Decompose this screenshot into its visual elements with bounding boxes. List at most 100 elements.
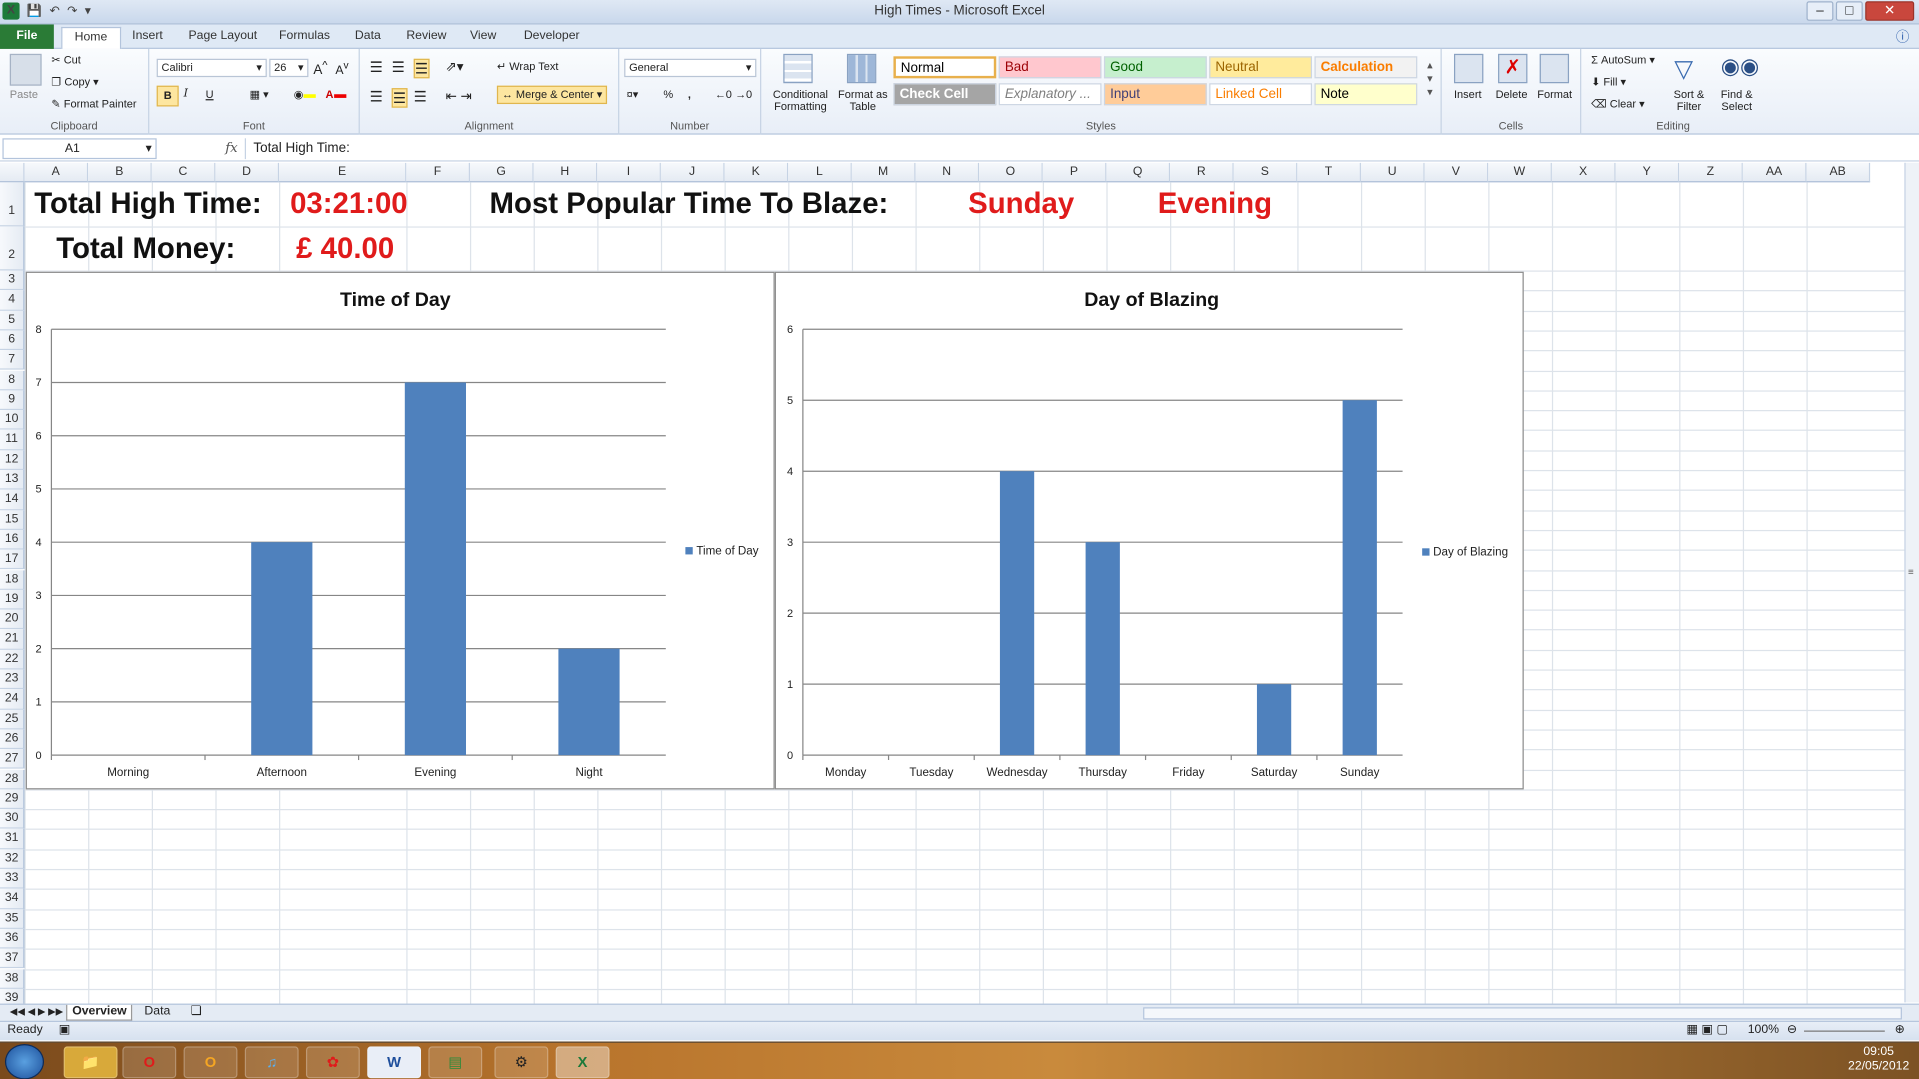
- fill-color-icon[interactable]: ◉: [294, 88, 316, 101]
- row-header-35[interactable]: 35: [0, 908, 25, 929]
- column-header-g[interactable]: G: [469, 162, 534, 183]
- insert-function-button[interactable]: fx: [225, 140, 238, 156]
- row-header-1[interactable]: 1: [0, 182, 25, 227]
- tab-review[interactable]: Review: [404, 27, 449, 49]
- vertical-scrollbar[interactable]: ≡: [1904, 162, 1919, 1003]
- tray-date[interactable]: 22/05/2012: [1848, 1060, 1909, 1075]
- bar-wednesday[interactable]: [999, 471, 1035, 756]
- cell-style-calculation[interactable]: Calculation: [1314, 56, 1418, 79]
- row-header-8[interactable]: 8: [0, 370, 25, 391]
- insert-cells-icon[interactable]: [1453, 53, 1484, 84]
- sheet-tab-overview[interactable]: Overview: [66, 1004, 133, 1021]
- row-header-21[interactable]: 21: [0, 629, 25, 650]
- sheet-tab-data[interactable]: Data: [140, 1005, 176, 1021]
- fill-button[interactable]: ⬇ Fill ▾: [1591, 76, 1626, 89]
- column-header-s[interactable]: S: [1233, 162, 1298, 183]
- copy-button[interactable]: ❐ Copy ▾: [51, 76, 98, 89]
- steam-icon[interactable]: ⚙: [494, 1046, 549, 1079]
- grow-font-button[interactable]: A^: [313, 59, 327, 78]
- column-header-j[interactable]: J: [660, 162, 725, 183]
- row-header-30[interactable]: 30: [0, 809, 25, 830]
- bar-evening[interactable]: [404, 382, 466, 756]
- tab-insert[interactable]: Insert: [130, 27, 166, 49]
- bar-night[interactable]: [558, 648, 620, 756]
- number-format-select[interactable]: General ▾: [624, 58, 757, 78]
- underline-button[interactable]: U: [206, 88, 214, 100]
- row-header-11[interactable]: 11: [0, 430, 25, 451]
- bar-sunday[interactable]: [1342, 400, 1377, 756]
- align-middle-icon[interactable]: ☰: [392, 59, 405, 76]
- sort-filter-icon[interactable]: ▽: [1674, 54, 1693, 85]
- opera-icon[interactable]: O: [122, 1046, 177, 1079]
- row-header-26[interactable]: 26: [0, 729, 25, 750]
- row-header-12[interactable]: 12: [0, 450, 25, 470]
- column-header-y[interactable]: Y: [1615, 162, 1680, 183]
- column-header-f[interactable]: F: [406, 162, 470, 183]
- column-header-i[interactable]: I: [597, 162, 661, 183]
- row-header-34[interactable]: 34: [0, 888, 25, 909]
- tab-formulas[interactable]: Formulas: [277, 27, 333, 49]
- align-right-icon[interactable]: ☰: [414, 88, 427, 105]
- row-header-27[interactable]: 27: [0, 749, 25, 770]
- row-header-24[interactable]: 24: [0, 689, 25, 710]
- formula-input[interactable]: Total High Time:: [244, 138, 1907, 160]
- paste-icon[interactable]: [9, 53, 42, 86]
- borders-icon[interactable]: ▦ ▾: [250, 88, 269, 101]
- tab-file[interactable]: File: [0, 24, 54, 49]
- row-header-16[interactable]: 16: [0, 529, 25, 550]
- zoom-out-icon[interactable]: ⊖: [1787, 1022, 1797, 1039]
- column-header-l[interactable]: L: [788, 162, 852, 183]
- column-header-u[interactable]: U: [1360, 162, 1425, 183]
- view-buttons[interactable]: ▦ ▣ ▢: [1687, 1022, 1728, 1039]
- tray-time[interactable]: 09:05: [1848, 1045, 1909, 1060]
- row-header-7[interactable]: 7: [0, 350, 25, 371]
- cell-style-good[interactable]: Good: [1103, 56, 1207, 79]
- row-header-25[interactable]: 25: [0, 709, 25, 730]
- row-header-28[interactable]: 28: [0, 769, 25, 790]
- row-header-32[interactable]: 32: [0, 849, 25, 869]
- cell-style-bad[interactable]: Bad: [998, 56, 1102, 79]
- align-top-icon[interactable]: ☰: [370, 59, 383, 76]
- cell-style-input[interactable]: Input: [1103, 83, 1207, 106]
- column-header-k[interactable]: K: [724, 162, 789, 183]
- cell-style-note[interactable]: Note: [1314, 83, 1418, 106]
- cell-style-normal[interactable]: Normal: [893, 56, 997, 79]
- cell-style-explanatory[interactable]: Explanatory ...: [998, 83, 1102, 106]
- zoom-level[interactable]: 100%: [1748, 1022, 1779, 1039]
- sheet-nav-arrows[interactable]: ◀◀ ◀ ▶ ▶▶: [5, 1005, 68, 1021]
- explorer-icon[interactable]: 📁: [63, 1046, 118, 1079]
- sort-filter-button[interactable]: Sort & Filter: [1667, 88, 1711, 112]
- tab-developer[interactable]: Developer: [521, 27, 582, 49]
- delete-cells-button[interactable]: Delete: [1496, 88, 1528, 100]
- orientation-icon[interactable]: ⇗▾: [445, 59, 463, 75]
- decimal-icons[interactable]: ←0 →0: [715, 88, 752, 100]
- italic-button[interactable]: I: [184, 88, 188, 100]
- row-header-2[interactable]: 2: [0, 226, 25, 271]
- cell-style-linked-cell[interactable]: Linked Cell: [1209, 83, 1313, 106]
- column-header-aa[interactable]: AA: [1742, 162, 1807, 183]
- font-name-select[interactable]: Calibri ▾: [156, 58, 267, 78]
- minimize-button[interactable]: –: [1806, 1, 1834, 21]
- word-icon[interactable]: W: [367, 1046, 422, 1079]
- align-bottom-icon[interactable]: ☰: [413, 58, 430, 79]
- bar-saturday[interactable]: [1256, 684, 1292, 756]
- align-center-icon[interactable]: ☰: [391, 88, 408, 108]
- row-header-4[interactable]: 4: [0, 290, 25, 311]
- row-header-14[interactable]: 14: [0, 489, 25, 510]
- row-header-23[interactable]: 23: [0, 669, 25, 690]
- row-header-36[interactable]: 36: [0, 928, 25, 949]
- insert-cells-button[interactable]: Insert: [1454, 88, 1482, 100]
- tab-page-layout[interactable]: Page Layout: [186, 27, 260, 49]
- find-select-button[interactable]: Find & Select: [1713, 88, 1760, 112]
- format-painter-button[interactable]: ✎ Format Painter: [51, 98, 136, 111]
- row-header-31[interactable]: 31: [0, 829, 25, 850]
- shrink-font-button[interactable]: Av: [335, 59, 348, 78]
- column-header-d[interactable]: D: [215, 162, 280, 183]
- row-header-15[interactable]: 15: [0, 509, 25, 530]
- row-header-39[interactable]: 39: [0, 988, 25, 1005]
- macro-record-icon[interactable]: ▣: [59, 1022, 71, 1039]
- time-of-day-chart[interactable]: Time of Day 0 1 2 3 4 5 6 7 8 Morning Afternoon Even…: [25, 271, 775, 790]
- format-cells-button[interactable]: Format: [1537, 88, 1572, 100]
- font-color-icon[interactable]: A: [326, 88, 346, 100]
- column-header-o[interactable]: O: [979, 162, 1043, 183]
